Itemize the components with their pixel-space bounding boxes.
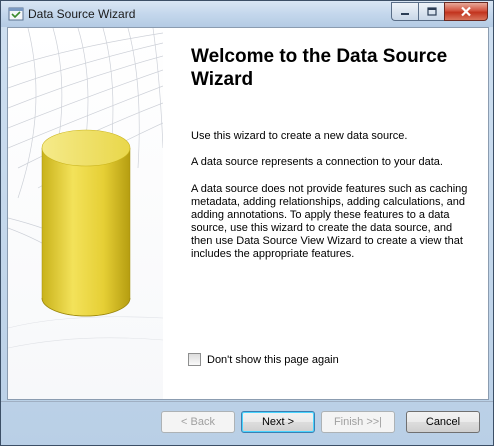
cancel-button[interactable]: Cancel (406, 411, 480, 433)
intro-paragraph: Use this wizard to create a new data sou… (191, 130, 408, 142)
dont-show-again-option[interactable]: Don't show this page again (188, 353, 339, 366)
next-button[interactable]: Next > (241, 411, 315, 433)
maximize-icon (426, 7, 437, 16)
wizard-window: Data Source Wizard Welcome to the Data S… (0, 0, 494, 446)
minimize-icon (401, 12, 409, 15)
finish-button[interactable]: Finish >>| (321, 411, 395, 433)
dont-show-again-label[interactable]: Don't show this page again (207, 354, 339, 366)
back-button[interactable]: < Back (161, 411, 235, 433)
wizard-page: Welcome to the Data Source Wizard Use th… (7, 27, 489, 400)
window-title: Data Source Wizard (28, 7, 136, 21)
dont-show-again-checkbox[interactable] (188, 353, 201, 366)
definition-paragraph: A data source represents a connection to… (191, 156, 443, 168)
close-button[interactable] (444, 2, 488, 21)
wizard-app-icon (8, 6, 24, 22)
features-paragraph: A data source does not provide features … (191, 183, 468, 260)
minimize-button[interactable] (391, 2, 418, 21)
caption-buttons (391, 2, 488, 21)
close-icon (461, 6, 471, 17)
maximize-button[interactable] (418, 2, 444, 21)
wizard-banner-image (8, 28, 163, 399)
page-heading: Welcome to the Data Source Wizard (191, 46, 448, 90)
title-bar[interactable]: Data Source Wizard (1, 1, 493, 27)
footer-divider (1, 401, 493, 402)
